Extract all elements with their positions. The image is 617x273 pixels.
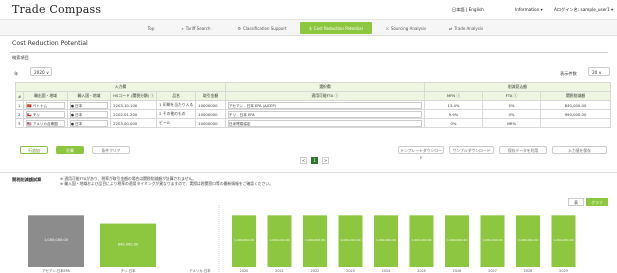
gear-icon: ⚙	[237, 25, 242, 31]
section-divider	[10, 52, 608, 56]
group-select-header: 選択欄	[224, 82, 425, 92]
nav-cost-reduction[interactable]: $ Cost Reduction Potential	[300, 22, 372, 34]
amount-input[interactable]: 10000000	[195, 109, 226, 119]
import-select[interactable]: ● 日本	[69, 110, 109, 118]
x-tick-label: アセアン-日本EPA	[42, 268, 70, 273]
x-tick-label: 2020	[240, 269, 249, 273]
table-row: 2 🇨🇱 チリ ● 日本 2202.01.200 2 その他のもの 100000…	[14, 109, 611, 119]
cost-table: 入力欄 選択欄 削減見込額 # 輸出国・地域 輸入国・地域 HSコード (関税分…	[14, 82, 612, 128]
save-input-button[interactable]: 入力値を保存	[552, 146, 607, 154]
x-tick-label: 2029	[559, 269, 568, 273]
nav-top[interactable]: Top	[136, 23, 166, 33]
origin-select[interactable]: 🇺🇸 アメリカ合衆国	[26, 119, 65, 127]
bar-value-label: 840,000.00	[118, 242, 139, 246]
hs-input[interactable]: 2202.01.200	[110, 109, 158, 119]
amount-input[interactable]: 10000000	[195, 118, 226, 128]
bar-value-label: 1,000,000.00	[376, 238, 396, 242]
fta-select[interactable]: 日米貿易協定	[227, 119, 422, 127]
fta-select[interactable]: チリ - 日本 EPA	[227, 110, 422, 118]
x-tick-label: 2025	[417, 269, 426, 273]
savings-chart: 1,000,000.00 アセアン-日本EPA 840,000.00 チリ-日本 アメリ…	[28, 205, 576, 273]
add-row-button[interactable]: 行追加	[20, 146, 48, 154]
group-result-header: 削減見込額	[423, 82, 612, 92]
current-page[interactable]: 1	[311, 157, 318, 164]
use-saved-data-button[interactable]: 保存データを利用	[499, 146, 547, 154]
page-title: Cost Reduction Potential	[12, 40, 88, 47]
x-tick-label: 2028	[524, 269, 533, 273]
col-fta-rate: FTA ⓘ	[482, 91, 542, 101]
amount-input[interactable]: 10000000	[195, 100, 226, 110]
next-page-button[interactable]: >	[322, 157, 329, 164]
item-cell: ビール	[156, 118, 197, 128]
x-tick-label: 2021	[275, 269, 284, 273]
year-select[interactable]: 2020 ∨	[30, 67, 52, 76]
group-input-header: 入力欄	[15, 82, 226, 92]
information-menu[interactable]: Information ▾	[515, 7, 543, 12]
count-label: 表示件数	[560, 71, 577, 76]
col-mfn: MFN ⓘ	[423, 91, 484, 101]
col-fta: 適用可能FTA ⓘ	[224, 91, 425, 101]
nav-trade-analysis[interactable]: ⇄ Trade Analysis	[440, 23, 492, 33]
col-hash: #	[14, 91, 25, 101]
table-row: 1 🇻🇳 ベトナム ● 日本 2203.10.100 1 印刷を当たり入る 10…	[14, 100, 611, 110]
x-tick-label: アメリカ-日本	[189, 268, 211, 273]
bar-value-label: 1,000,000.00	[518, 238, 538, 242]
app-logo[interactable]: Trade Compass	[12, 3, 101, 16]
x-tick-label: 2027	[488, 269, 497, 273]
col-origin: 輸出国・地域	[23, 91, 68, 101]
fta-select[interactable]: アセアン - 日本 EPA (AJCEP)	[227, 101, 422, 109]
bar-value-label: 1,000,000.00	[482, 238, 502, 242]
calculate-button[interactable]: 計算	[56, 146, 84, 154]
user-menu[interactable]: Aログイン名: sample_user1 ▾	[554, 7, 613, 13]
sample-download-button[interactable]: サンプルダウンロード	[449, 146, 494, 154]
prev-page-button[interactable]: <	[300, 157, 307, 164]
search-icon: ⌕	[181, 25, 184, 31]
sourcing-icon: ⛌	[385, 25, 389, 31]
nav-sourcing-analysis[interactable]: ⛌ Sourcing Analysis	[375, 23, 437, 33]
section-divider	[0, 172, 617, 173]
nav-tariff-search[interactable]: ⌕ Tariff Search	[168, 23, 224, 33]
import-select[interactable]: ● 日本	[69, 101, 109, 109]
bar-value-label: 1,000,000.00	[234, 238, 254, 242]
col-amount: 取引金額	[195, 91, 226, 101]
bar-value-label: 1,000,000.00	[269, 238, 289, 242]
origin-select[interactable]: 🇻🇳 ベトナム	[26, 101, 65, 109]
hs-input[interactable]: 2203.00.000	[110, 118, 158, 128]
nav-classification-support[interactable]: ⚙ Classification Support	[226, 23, 298, 33]
col-item: 品名	[156, 91, 197, 101]
item-cell: 1 印刷を当たり入る	[156, 100, 197, 110]
count-select[interactable]: 20 ∨	[588, 67, 610, 76]
search-section-title: 検索項目	[12, 55, 29, 60]
clear-button[interactable]: 条件クリア	[92, 146, 130, 154]
language-switch[interactable]: 日本語 | English	[452, 7, 484, 13]
bar-value-label: 1,000,000.00	[305, 238, 325, 242]
dollar-icon: $	[309, 25, 312, 31]
x-tick-label: チリ-日本	[121, 268, 136, 273]
main-nav: Top ⌕ Tariff Search ⚙ Classification Suppo…	[0, 20, 617, 36]
table-row: 3 🇺🇸 アメリカ合衆国 ● 日本 2203.00.000 ビール 100000…	[14, 118, 611, 128]
origin-select[interactable]: 🇨🇱 チリ	[26, 110, 65, 118]
x-tick-label: 2026	[453, 269, 462, 273]
col-import: 輸入国・地域	[66, 91, 112, 101]
top-bar: Trade Compass 日本語 | English Information …	[0, 0, 617, 20]
hs-input[interactable]: 2203.10.100	[110, 100, 158, 110]
comparison-title: 関税削減額試算	[12, 177, 42, 182]
bar-value-label: 1,000,000.00	[553, 238, 573, 242]
item-cell: 2 その他のもの	[156, 109, 197, 119]
col-hs: HSコード (関税分類) ⓘ	[110, 91, 158, 101]
x-tick-label: 2024	[382, 269, 391, 273]
x-tick-label: 2022	[311, 269, 320, 273]
bar-value-label: 1,000,000.00	[340, 238, 360, 242]
comparison-notes: ※ 適用可能FTAがあり、税率が取引金額の場合は関税削減額が計算されません。 ※…	[60, 176, 273, 186]
year-label: 年	[14, 71, 19, 76]
template-download-button[interactable]: テンプレートダウンロード	[398, 146, 444, 160]
bar-value-label: 1,000,000.00	[44, 238, 69, 242]
x-tick-label: 2023	[346, 269, 355, 273]
import-select[interactable]: ● 日本	[69, 119, 109, 127]
col-saving: 関税削減額	[540, 91, 611, 101]
bar-value-label: 1,000,000.00	[411, 238, 431, 242]
exchange-icon: ⇄	[448, 25, 453, 31]
bar-value-label: 1,000,000.00	[447, 238, 467, 242]
